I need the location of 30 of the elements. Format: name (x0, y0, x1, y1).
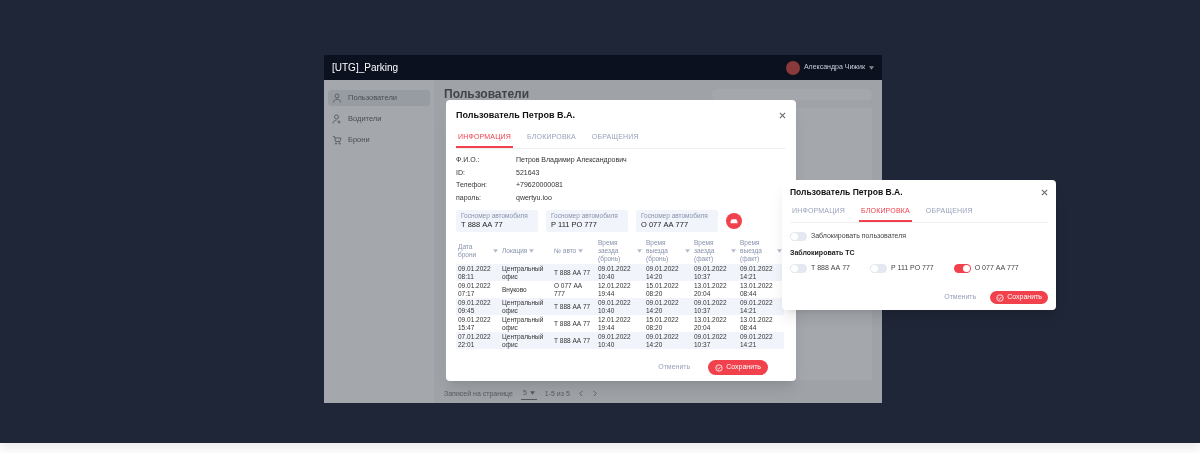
sort-icon (731, 248, 736, 253)
app-title: [UTG]_Parking (332, 61, 399, 75)
sort-icon (529, 248, 535, 253)
user-icon (332, 93, 342, 103)
toggle-switch[interactable] (790, 264, 807, 273)
sort-icon (578, 248, 584, 253)
add-button[interactable] (726, 213, 742, 229)
sort-icon (493, 248, 498, 253)
caret-icon (869, 65, 874, 70)
page-title: Пользователи (444, 88, 530, 100)
avatar[interactable] (785, 60, 800, 75)
sort-icon (777, 248, 782, 253)
close-icon[interactable] (779, 112, 786, 120)
close-icon[interactable] (1041, 188, 1048, 196)
dialog-title: Пользователь Петров В.А. (790, 186, 903, 199)
next-page-icon[interactable] (591, 390, 598, 398)
caret-icon (529, 391, 535, 396)
cart-icon (332, 135, 342, 145)
sort-icon (637, 248, 642, 253)
toggle-switch[interactable] (869, 264, 887, 273)
car-icon (730, 218, 738, 224)
sort-icon (685, 248, 690, 253)
dialog-title: Пользователь Петров В.А. (456, 109, 576, 122)
person-icon (332, 114, 342, 124)
check-circle-icon (715, 363, 724, 372)
toggle-switch[interactable] (790, 232, 807, 241)
search-field[interactable] (712, 88, 872, 100)
previous-page-icon[interactable] (577, 390, 584, 398)
check-circle-icon (996, 293, 1005, 302)
toggle-switch[interactable] (953, 264, 971, 273)
